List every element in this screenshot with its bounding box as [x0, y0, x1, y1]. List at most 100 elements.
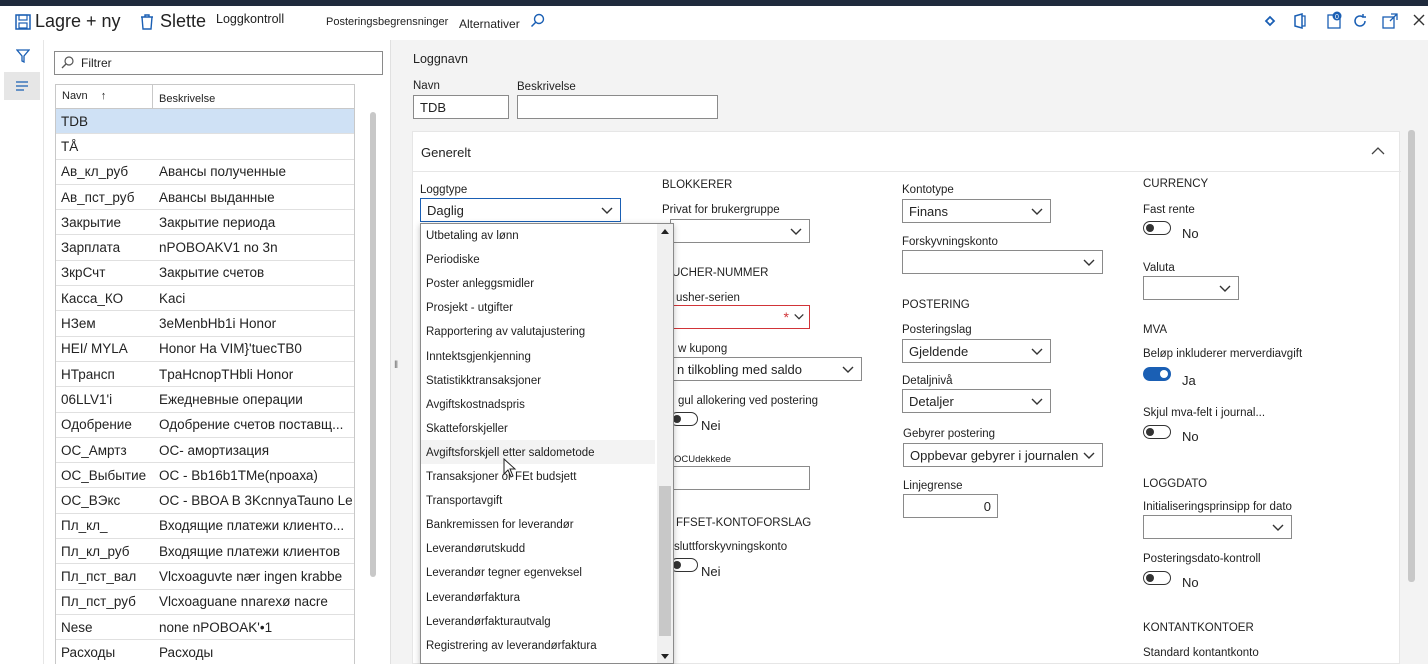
- hide-vat-fields-value: No: [1182, 429, 1199, 444]
- table-row[interactable]: TÅ: [56, 134, 354, 160]
- dropdown-option[interactable]: Prosjekt - utgifter: [426, 302, 513, 314]
- currency-select[interactable]: [1143, 276, 1239, 300]
- account-type-select[interactable]: Finans: [902, 199, 1051, 223]
- allocation-value: Nei: [701, 418, 721, 433]
- cell-description: Закрытие счетов: [159, 265, 265, 281]
- table-row[interactable]: ОС_Амртз ОС- амортизация: [56, 438, 354, 464]
- table-row[interactable]: НТрансп TpaHcnopTHbli Honor: [56, 362, 354, 388]
- cell-description: TpaHcnopTHbli Honor: [159, 366, 294, 382]
- private-for-user-group-select[interactable]: [670, 219, 810, 243]
- column-header-description[interactable]: Beskrivelse: [153, 85, 221, 108]
- column-header-name[interactable]: Navn ↑: [56, 85, 153, 108]
- table-row[interactable]: Расходы Расходы: [56, 640, 354, 664]
- table-row[interactable]: ЗкрСчт Закрытие счетов: [56, 261, 354, 287]
- dropdown-option[interactable]: Statistikktransaksjoner: [426, 375, 541, 387]
- delete-button[interactable]: Slette: [140, 11, 206, 32]
- save-new-button[interactable]: Lagre + ny: [15, 11, 121, 32]
- delete-label: Slette: [160, 11, 207, 31]
- funnel-icon: [16, 49, 30, 63]
- dropdown-option[interactable]: Utbetaling av lønn: [426, 230, 519, 242]
- table-row[interactable]: Nese none nPOBOAK'•1: [56, 615, 354, 641]
- table-row[interactable]: Закрытие Закрытие периода: [56, 210, 354, 236]
- cell-name: Nese: [61, 619, 93, 635]
- open-new-window-button[interactable]: [1382, 13, 1398, 29]
- journal-type-select[interactable]: Daglig: [420, 198, 621, 222]
- tab-posting-restrictions[interactable]: Posteringsbegrensninger: [326, 16, 448, 28]
- table-row[interactable]: Ав_кл_руб Авансы полученные: [56, 160, 354, 185]
- dropdown-option[interactable]: Leverandørfakturautvalg: [426, 616, 551, 628]
- hide-vat-fields-toggle[interactable]: [1143, 425, 1171, 439]
- pane-splitter[interactable]: ‖: [390, 40, 404, 664]
- detail-scrollbar[interactable]: [1408, 130, 1415, 582]
- close-icon: [1413, 14, 1425, 26]
- search-button[interactable]: [530, 13, 546, 29]
- name-field[interactable]: TDB: [413, 95, 509, 119]
- allocation-toggle[interactable]: [670, 412, 698, 426]
- new-voucher-select[interactable]: n tilkobling med saldo: [670, 357, 862, 381]
- description-field[interactable]: [517, 95, 718, 119]
- table-row[interactable]: Одобрение Одобрение счетов поставщ...: [56, 413, 354, 438]
- table-row[interactable]: Касса_КО Kaci: [56, 286, 354, 312]
- dropdown-option[interactable]: Leverandør tegner egenveksel: [426, 567, 582, 579]
- diamond-button[interactable]: [1262, 14, 1278, 28]
- table-row[interactable]: TDB: [56, 109, 354, 135]
- table-row[interactable]: Пл_кл_руб Входящие платежи клиентов: [56, 539, 354, 565]
- posting-layer-select[interactable]: Gjeldende: [902, 339, 1051, 363]
- dropdown-option[interactable]: Leverandørfaktura: [426, 592, 520, 604]
- fees-posting-select[interactable]: Oppbevar gebyrer i journalen: [903, 443, 1103, 467]
- detail-level-select[interactable]: Detaljer: [902, 389, 1051, 413]
- tab-log-control[interactable]: Loggkontroll: [216, 12, 284, 26]
- offset-account-select[interactable]: [902, 250, 1103, 274]
- dropdown-option[interactable]: Registrering av leverandørfaktura: [426, 640, 597, 652]
- list-scrollbar[interactable]: [370, 112, 376, 577]
- table-row[interactable]: ОС_Выбытие ОС - Bb16b1TMe(nроаха): [56, 463, 354, 489]
- scroll-down-icon[interactable]: [660, 653, 670, 661]
- close-button[interactable]: [1412, 13, 1426, 27]
- posting-date-control-toggle[interactable]: [1143, 571, 1171, 585]
- general-title: Generelt: [421, 145, 471, 160]
- dropdown-scroll-thumb[interactable]: [659, 486, 671, 636]
- table-row[interactable]: HEI/ MYLA Honor Ha VIM}'tuecTB0: [56, 337, 354, 362]
- table-row[interactable]: Зарплата nPOBOAKV1 no 3n: [56, 235, 354, 261]
- table-row[interactable]: 06LLV1'i Ежедневные операции: [56, 387, 354, 413]
- list-toggle-button[interactable]: [4, 72, 40, 100]
- scroll-up-icon[interactable]: [660, 227, 670, 235]
- general-fasttab-header[interactable]: Generelt: [413, 132, 1401, 172]
- office-button[interactable]: [1293, 13, 1307, 29]
- filter-input[interactable]: Filtrer: [54, 51, 383, 75]
- voucher-series-field[interactable]: *: [670, 305, 810, 329]
- amount-incl-vat-label: Beløp inkluderer merverdiavgift: [1143, 348, 1303, 360]
- office-icon: [1294, 13, 1306, 29]
- amount-incl-vat-toggle[interactable]: [1143, 367, 1171, 381]
- offset-account-toggle[interactable]: [670, 558, 698, 572]
- dropdown-option[interactable]: Skatteforskjeller: [426, 423, 508, 435]
- cell-description: Закрытие периода: [159, 214, 276, 230]
- dropdown-option[interactable]: Poster anleggsmidler: [426, 278, 534, 290]
- table-row[interactable]: НЗем 3eMenbHb1i Honor: [56, 311, 354, 337]
- dropdown-option[interactable]: Transportavgift: [426, 495, 502, 507]
- uncovered-field[interactable]: [670, 466, 810, 490]
- save-new-label: Lagre + ny: [35, 11, 121, 31]
- tab-options[interactable]: Alternativer: [459, 17, 520, 31]
- cell-description: Входящие платежи клиенто...: [159, 518, 345, 534]
- dropdown-option[interactable]: Transaksjoner or FEt budsjett: [426, 471, 576, 483]
- section-currency: CURRENCY: [1143, 178, 1209, 190]
- refresh-button[interactable]: [1352, 13, 1368, 29]
- new-voucher-label: w kupong: [678, 343, 728, 355]
- date-init-principle-select[interactable]: [1143, 515, 1292, 539]
- dropdown-option[interactable]: Inntektsgjenkjenning: [426, 351, 531, 363]
- dropdown-option[interactable]: Periodiske: [426, 254, 480, 266]
- dropdown-option[interactable]: Avgiftskostnadspris: [426, 399, 525, 411]
- table-row[interactable]: Ав_пст_руб Авансы выданные: [56, 185, 354, 211]
- dropdown-option[interactable]: Leverandørutskudd: [426, 543, 525, 555]
- table-row[interactable]: Пл_пст_руб Vlcxoaguane nnarexø nacre: [56, 590, 354, 615]
- line-limit-field[interactable]: 0: [903, 494, 998, 518]
- attachments-button[interactable]: 0: [1326, 11, 1344, 29]
- fixed-rate-toggle[interactable]: [1143, 221, 1171, 235]
- table-row[interactable]: ОС_ВЭкс ОС - BBOA B 3KcnnyaTauno Leilighe…: [56, 488, 354, 514]
- filter-toggle-button[interactable]: [9, 42, 37, 70]
- dropdown-option[interactable]: Rapportering av valutajustering: [426, 326, 585, 338]
- table-row[interactable]: Пл_пст_вал Vlcxoaguvte nær ingen krabbe: [56, 564, 354, 590]
- table-row[interactable]: Пл_кл_ Входящие платежи клиенто...: [56, 514, 354, 540]
- dropdown-option[interactable]: Bankremissen for leverandør: [426, 519, 574, 531]
